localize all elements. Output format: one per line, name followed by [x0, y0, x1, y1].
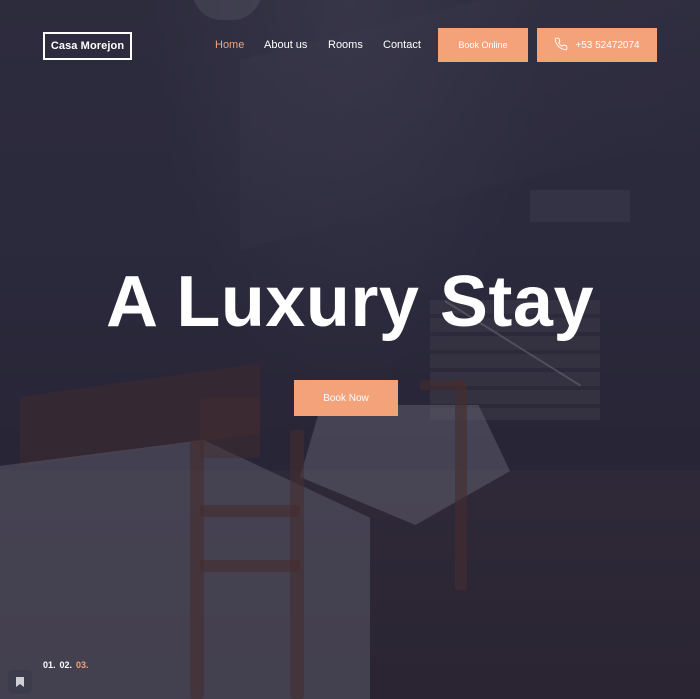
nav-item-contact[interactable]: Contact — [383, 38, 421, 52]
book-now-button[interactable]: Book Now — [294, 380, 398, 416]
phone-number: +53 52472074 — [575, 39, 640, 51]
slide-indicator-item[interactable]: 02. — [60, 660, 73, 670]
slide-indicator-item-current[interactable]: 03. — [76, 660, 89, 670]
nav-item-about-us[interactable]: About us — [264, 38, 307, 52]
bookmark-icon[interactable] — [8, 670, 32, 694]
nav-item-rooms[interactable]: Rooms — [328, 38, 363, 52]
slide-indicator-item[interactable]: 01. — [43, 660, 56, 670]
phone-button[interactable]: +53 52472074 — [537, 28, 657, 62]
hero-title: A Luxury Stay — [106, 262, 594, 342]
site-logo[interactable]: Casa Morejon — [43, 32, 132, 60]
dark-overlay — [0, 0, 700, 699]
hero-background — [0, 0, 700, 699]
nav-item-home[interactable]: Home — [215, 38, 244, 52]
book-online-button[interactable]: Book Online — [438, 28, 528, 62]
phone-icon — [554, 37, 568, 54]
slide-indicator: 01. 02. 03. — [43, 660, 89, 670]
